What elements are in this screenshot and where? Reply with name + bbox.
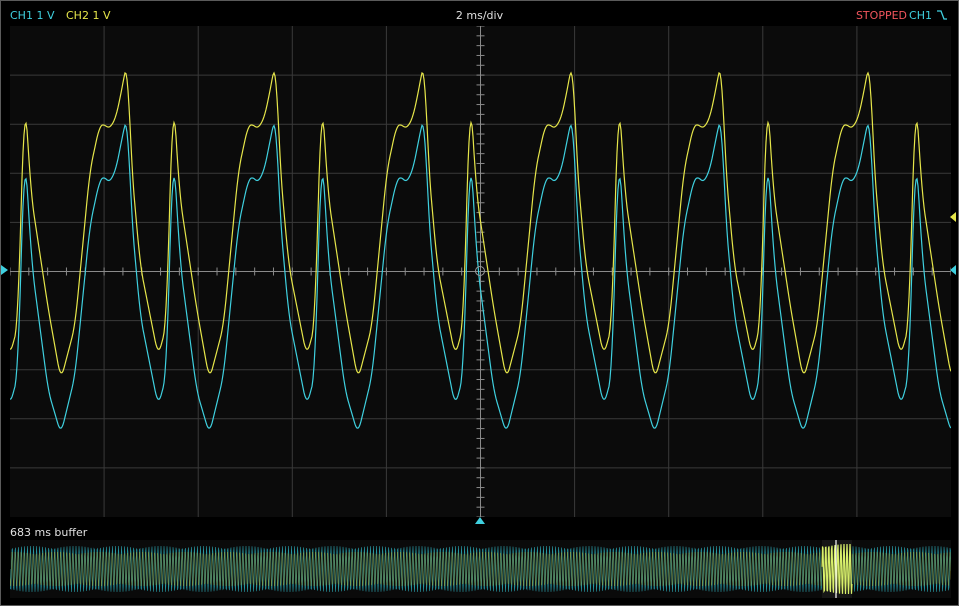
ch1-offset-marker[interactable]	[1, 265, 8, 275]
trigger-level-marker[interactable]	[950, 265, 956, 275]
trigger-source-label[interactable]: CH1	[909, 9, 932, 22]
buffer-overview-svg	[9, 540, 952, 598]
center-axes	[9, 25, 952, 518]
buffer-overview[interactable]	[9, 540, 952, 598]
overview-ch1-trace	[9, 545, 952, 593]
ch2-offset-marker[interactable]	[950, 212, 956, 222]
run-status-badge[interactable]: STOPPED	[856, 9, 907, 22]
waveform-svg	[9, 25, 952, 518]
falling-edge-icon[interactable]	[936, 8, 948, 22]
timebase-label[interactable]: 2 ms/div	[1, 9, 958, 22]
top-bar: CH1 1 V CH2 1 V 2 ms/div STOPPED CH1	[1, 1, 958, 27]
trigger-position-marker[interactable]	[475, 517, 485, 524]
oscilloscope-window: CH1 1 V CH2 1 V 2 ms/div STOPPED CH1 683…	[0, 0, 959, 606]
buffer-label: 683 ms buffer	[10, 526, 88, 539]
waveform-display[interactable]	[9, 25, 952, 518]
